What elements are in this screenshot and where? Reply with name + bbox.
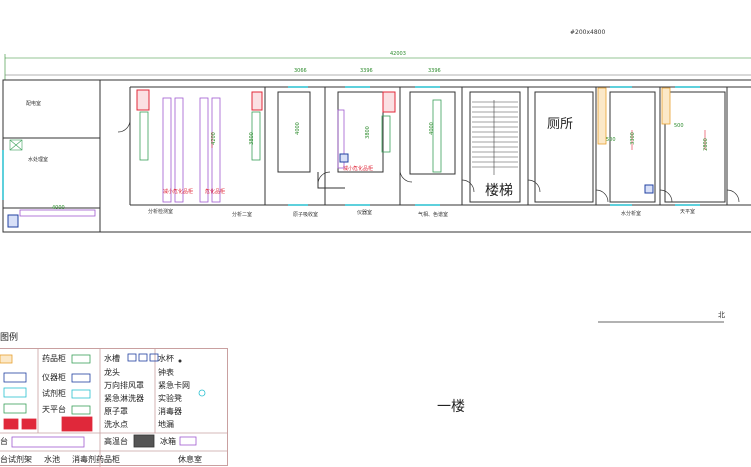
overall-dimension-line <box>4 54 751 80</box>
legend-stool: 实验凳 <box>158 394 182 403</box>
dim-label-12: 3300 <box>629 132 636 145</box>
legend-net: 紧急卡网 <box>158 381 190 390</box>
windows <box>2 86 700 206</box>
room-label-balance: 天平室 <box>680 209 696 215</box>
legend-high-temp-table: 高温台 <box>104 437 128 446</box>
dim-label-7: 4000 <box>294 122 301 135</box>
dim-label-10: 3800 <box>364 126 371 139</box>
dim-label-3: 3396 <box>360 68 373 74</box>
legend-faucet: 龙头 <box>104 368 120 377</box>
note-cabinet-1: 减小危化品柜 <box>163 189 194 195</box>
room-label-gc: 气相、色谱室 <box>418 212 449 218</box>
legend-cup: 水杯 <box>158 354 174 363</box>
dim-label-9: 3800 <box>248 132 255 145</box>
legend-table: 台 <box>0 437 8 446</box>
legend-clock: 钟表 <box>158 368 174 377</box>
room-label-power: 配电室 <box>26 101 42 107</box>
room-partitions <box>129 87 728 205</box>
legend-wash-point: 洗水点 <box>104 420 128 429</box>
legend-sink: 水槽 <box>104 354 120 363</box>
legend-sterilizer: 消毒器 <box>158 407 182 416</box>
dim-label-13: 2800 <box>702 138 709 151</box>
legend-shower: 紧急淋洗器 <box>104 394 144 403</box>
north-mark: 北 <box>718 311 725 319</box>
legend-reagent-cabinet: 试剂柜 <box>42 389 66 398</box>
room-label-stairs: 楼梯 <box>485 183 513 199</box>
dim-label-2: 3066 <box>294 68 307 74</box>
overall-dimension: 42003 <box>390 51 406 57</box>
purple-benches <box>162 97 345 203</box>
note-cabinet-2: 危化品柜 <box>205 189 226 195</box>
note-cabinet-3: 减小危化品柜 <box>343 166 374 172</box>
legend-reagent-rack: 台试剂架 <box>0 455 32 464</box>
legend-drug-cabinet: 药品柜 <box>42 354 66 363</box>
floor-title: 一楼 <box>437 399 465 415</box>
room-label-atomic: 原子吸收室 <box>293 212 319 218</box>
dim-label-6: 500 <box>674 123 684 129</box>
legend-instrument-cabinet: 仪器柜 <box>42 373 66 382</box>
room-label-analysis2: 分析二室 <box>232 212 253 218</box>
legend-pool: 水池 <box>44 455 60 464</box>
red-cabinets <box>136 89 396 113</box>
blue-devices <box>7 153 654 228</box>
legend-balance-table: 天平台 <box>42 405 66 414</box>
legend-table: 图例 药品柜 仪器柜 试剂柜 天平台 水槽 龙头 万向排风罩 紧急淋洗器 原子罩… <box>0 334 228 467</box>
room-label-instrument: 仪器室 <box>357 210 373 216</box>
legend-atomic-hood: 原子罩 <box>104 407 128 416</box>
legend-hood: 万向排风罩 <box>104 381 144 390</box>
legend-rest-room: 休息室 <box>178 455 202 464</box>
dim-label-5: 500 <box>606 137 616 143</box>
room-label-water: 水处理室 <box>28 157 49 163</box>
room-label-water-analysis: 水分析室 <box>621 211 642 217</box>
room-label-toilet: 厕所 <box>547 117 574 132</box>
dim-label-8: 4000 <box>428 122 435 135</box>
stair-treads <box>472 100 518 175</box>
dim-label-1: 4000 <box>52 205 65 211</box>
legend-disinfectant-cabinet: 消毒剂药品柜 <box>72 455 120 464</box>
outer-walls <box>2 79 751 233</box>
scale-note: #200x4800 <box>570 29 606 36</box>
dim-label-11: 4200 <box>210 132 217 145</box>
legend-fridge: 冰箱 <box>160 437 176 446</box>
legend-title: 图例 <box>0 333 19 343</box>
dim-label-4: 3396 <box>428 68 441 74</box>
legend-drain: 地漏 <box>158 420 174 429</box>
green-benches <box>139 99 442 173</box>
corridor <box>130 86 751 206</box>
room-label-analysis: 分析检测室 <box>148 209 174 215</box>
